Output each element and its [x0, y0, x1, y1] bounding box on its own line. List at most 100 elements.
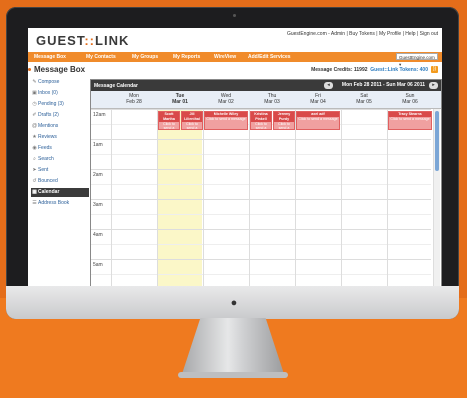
- app-header: GUEST::LINK GuestEngine.com - Admin | Bu…: [28, 28, 442, 52]
- day-divider: [295, 109, 296, 286]
- bounce-icon: ↺: [32, 178, 37, 184]
- sidebar-item-label: Inbox (0): [38, 90, 58, 96]
- calendar-event[interactable]: Kristina Pinkell Click to send a: [250, 111, 272, 130]
- event-text: Click to send a message: [163, 122, 175, 130]
- half-hour-line: [91, 214, 431, 215]
- event-text: Click to send a message: [206, 117, 246, 121]
- nav-my-reports[interactable]: My Reports: [173, 54, 200, 60]
- next-week-button[interactable]: ▸: [429, 82, 438, 89]
- half-hour-line: [91, 274, 431, 275]
- sidebar-item-label: Reviews: [38, 134, 57, 140]
- day-header[interactable]: Fri Mar 04: [295, 93, 341, 105]
- tokens-count: Guest::Link Tokens: 400: [370, 67, 428, 73]
- message-calendar: Message Calendar ◂ Mon Feb 28 2011 - Sun…: [90, 79, 442, 286]
- day-divider: [387, 109, 388, 286]
- address-book-icon: ☰: [32, 200, 37, 206]
- day-header[interactable]: Sat Mar 05: [341, 93, 387, 105]
- pencil-icon: ✎: [32, 79, 37, 85]
- sidebar-item-mentions[interactable]: @Mentions: [31, 122, 89, 131]
- calendar-day-headers: Mon Feb 28 Tue Mar 01 Wed Mar 02 Thu Mar 03 Fri M…: [91, 91, 441, 109]
- nav-wireview[interactable]: WireView: [214, 54, 236, 60]
- sidebar-item-label: Calendar: [38, 189, 60, 195]
- half-hour-line: [91, 184, 431, 185]
- logo[interactable]: GUEST::LINK: [36, 33, 129, 48]
- sidebar-item-reviews[interactable]: ★Reviews: [31, 133, 89, 142]
- sidebar-item-sent[interactable]: ➤Sent: [31, 166, 89, 175]
- sidebar-item-inbox[interactable]: ▣Inbox (0): [31, 89, 89, 98]
- hour-line: [91, 229, 431, 230]
- nav-message-box[interactable]: Message Box: [34, 54, 66, 60]
- sent-icon: ➤: [32, 167, 37, 173]
- event-text: Click to send a message: [390, 117, 430, 121]
- clock-icon: ◷: [32, 101, 37, 107]
- day-divider: [341, 109, 342, 286]
- logo-text-right: LINK: [95, 33, 130, 48]
- draft-icon: ✐: [32, 112, 37, 118]
- bullet-icon: [28, 68, 31, 71]
- top-links[interactable]: GuestEngine.com - Admin | Buy Tokens | M…: [287, 31, 438, 37]
- rss-icon: ◉: [32, 145, 37, 151]
- logo-separator: ::: [84, 33, 96, 48]
- sidebar-item-bounced[interactable]: ↺Bounced: [31, 177, 89, 186]
- time-label: 4am: [93, 232, 103, 238]
- calendar-event[interactable]: Michelle Wiley Click to send a message: [204, 111, 248, 130]
- sidebar-item-pending[interactable]: ◷Pending (3): [31, 100, 89, 109]
- rss-icon[interactable]: )): [431, 66, 438, 73]
- day-date: Mar 01: [172, 99, 188, 105]
- scrollbar-thumb[interactable]: [435, 111, 439, 171]
- day-header[interactable]: Tue Mar 01: [157, 93, 203, 105]
- calendar-event[interactable]: Scott MarthaClick to send a message: [158, 111, 180, 130]
- calendar-event[interactable]: axel adf Click to send a message: [296, 111, 340, 130]
- calendar-title: Message Calendar: [94, 83, 138, 89]
- nav-my-groups[interactable]: My Groups: [132, 54, 158, 60]
- time-label: 2am: [93, 172, 103, 178]
- half-hour-line: [91, 244, 431, 245]
- time-label: 1am: [93, 142, 103, 148]
- sidebar-item-feeds[interactable]: ◉Feeds: [31, 144, 89, 153]
- half-hour-line: [91, 154, 431, 155]
- calendar-header: Message Calendar ◂ Mon Feb 28 2011 - Sun…: [91, 80, 441, 91]
- day-header[interactable]: Wed Mar 02: [203, 93, 249, 105]
- nav-my-contacts[interactable]: My Contacts: [86, 54, 116, 60]
- sidebar-item-address-book[interactable]: ☰Address Book: [31, 199, 89, 208]
- sidebar-item-calendar[interactable]: ▦Calendar: [31, 188, 89, 197]
- day-header[interactable]: Sun Mar 06: [387, 93, 433, 105]
- prev-week-button[interactable]: ◂: [324, 82, 333, 89]
- time-label: 3am: [93, 202, 103, 208]
- day-header[interactable]: Thu Mar 03: [249, 93, 295, 105]
- message-credits: Message Credits: 11992: [311, 67, 368, 73]
- calendar-event[interactable]: Jeremy Purdy Click to send a: [273, 111, 295, 130]
- page-title: Message Box: [34, 65, 86, 74]
- hour-line: [91, 199, 431, 200]
- sidebar-item-label: Pending (3): [38, 101, 64, 107]
- sidebar-item-label: Compose: [38, 79, 60, 85]
- calendar-event[interactable]: Tracy Stearns Click to send a message: [388, 111, 432, 130]
- screen: GUEST::LINK GuestEngine.com - Admin | Bu…: [28, 28, 442, 286]
- site-select[interactable]: GuestEngine.com ▾: [396, 53, 438, 67]
- calendar-scrollbar[interactable]: [433, 109, 440, 286]
- calendar-event[interactable]: Jill Lilienthal Click to send a: [181, 111, 203, 130]
- time-label: 12am: [93, 112, 106, 118]
- calendar-icon: ▦: [32, 189, 37, 195]
- day-date: Mar 06: [402, 99, 418, 105]
- day-date: Mar 02: [218, 99, 234, 105]
- site-select-value: GuestEngine.com: [399, 55, 435, 60]
- event-text: Click to send a: [186, 122, 198, 130]
- day-date: Mar 05: [356, 99, 372, 105]
- sidebar-item-label: Drafts (2): [38, 112, 59, 118]
- sidebar-item-compose[interactable]: ✎Compose: [31, 78, 89, 87]
- credits-info: Message Credits: 11992 Guest::Link Token…: [311, 67, 428, 73]
- sidebar-item-search[interactable]: ⌕ Search: [31, 155, 89, 164]
- star-icon: ★: [32, 134, 37, 140]
- day-header[interactable]: Mon Feb 28: [111, 93, 157, 105]
- nav-add-edit-services[interactable]: Add/Edit Services: [248, 54, 291, 60]
- sidebar-item-drafts[interactable]: ✐Drafts (2): [31, 111, 89, 120]
- event-text: Click to send a: [255, 122, 267, 130]
- sidebar-item-label: Bounced: [38, 178, 58, 184]
- event-name: Jill Lilienthal: [182, 112, 202, 122]
- sidebar-item-label: Search: [38, 156, 54, 162]
- page-titlebar: Message Box Message Credits: 11992 Guest…: [28, 64, 442, 76]
- inbox-icon: ▣: [32, 90, 37, 96]
- day-divider: [249, 109, 250, 286]
- apple-logo-icon: ●: [230, 297, 238, 309]
